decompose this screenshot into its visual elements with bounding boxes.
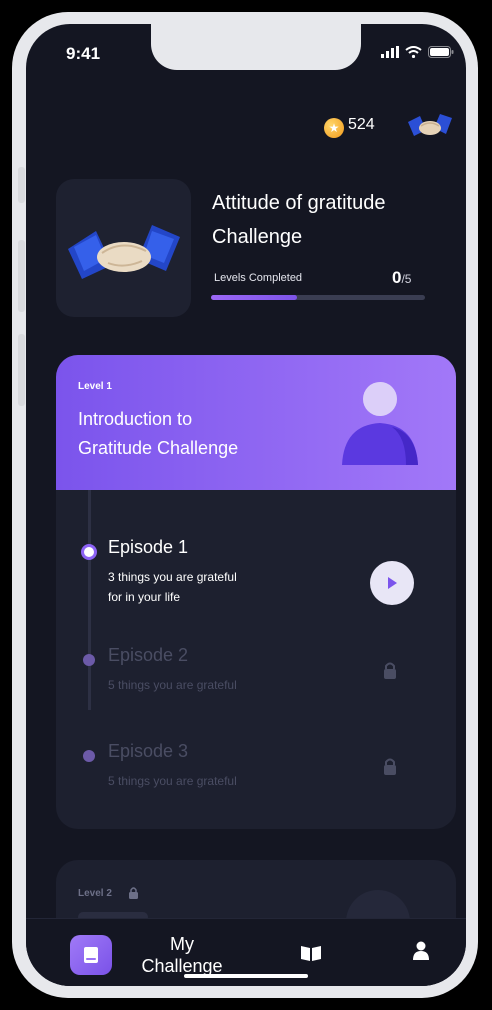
home-indicator [184, 974, 308, 978]
episode-1-description: 3 things you are grateful for in your li… [108, 567, 308, 607]
handshake-avatar-icon[interactable] [406, 108, 454, 144]
level-2-tag: Level 2 [78, 888, 112, 899]
episode-3[interactable]: Episode 3 5 things you are grateful [56, 739, 456, 819]
notch [151, 24, 361, 70]
battery-icon [428, 46, 454, 58]
status-icons [381, 46, 454, 58]
episode-3-description: 5 things you are grateful [108, 771, 308, 791]
episode-2-title: Episode 2 [108, 645, 189, 665]
episode-2-lock-icon [384, 662, 396, 679]
coin-icon: ★ [324, 118, 344, 138]
levels-total: /5 [401, 272, 412, 286]
challenge-title: Attitude of gratitude Challenge [212, 186, 442, 254]
tab-my-challenge-icon[interactable] [70, 935, 112, 975]
play-icon [388, 577, 397, 589]
episode-1-dot [81, 544, 97, 560]
status-time: 9:41 [66, 44, 101, 63]
phone-frame: 9:41 ★ 524 Attitude of gratitude Challen… [12, 12, 478, 998]
episode-3-title: Episode 3 [108, 741, 189, 761]
tab-my-challenge[interactable]: My Challenge [136, 933, 228, 977]
tab-library-book-icon[interactable] [300, 944, 322, 962]
episode-1-description-line2: for in your life [108, 590, 181, 604]
level-1-title: Introduction to Gratitude Challenge [78, 405, 318, 463]
episode-1[interactable]: Episode 1 3 things you are grateful for … [56, 535, 456, 615]
person-icon [342, 382, 418, 465]
episode-3-description-line1: 5 things you are grateful [108, 774, 237, 788]
levels-completed-count: 0/5 [392, 268, 411, 288]
challenge-thumbnail [56, 179, 191, 317]
silent-switch [18, 167, 25, 203]
levels-progress-fill [211, 295, 297, 300]
wifi-icon [405, 46, 422, 58]
levels-progress-bar [211, 295, 425, 300]
handshake-icon [68, 225, 180, 279]
episode-1-description-line1: 3 things you are grateful [108, 570, 237, 584]
challenge-title-line2: Challenge [212, 226, 303, 248]
level-1-tag: Level 1 [78, 381, 112, 392]
levels-completed-label: Levels Completed [214, 272, 303, 284]
episode-1-play-button[interactable] [370, 561, 414, 605]
episode-2-description: 5 things you are grateful [108, 675, 308, 695]
challenge-book-icon [84, 947, 98, 963]
episode-2-description-line1: 5 things you are grateful [108, 678, 237, 692]
level-1-title-line2: Gratitude Challenge [78, 438, 239, 458]
episode-2-dot [83, 654, 95, 666]
tab-my-challenge-label-line1: My [170, 934, 194, 954]
volume-down-button [18, 334, 25, 406]
level-2-lock-icon [129, 887, 138, 899]
tab-profile-user-icon[interactable] [412, 941, 430, 961]
app-screen: 9:41 ★ 524 Attitude of gratitude Challen… [26, 24, 466, 986]
level-1-title-line1: Introduction to [78, 409, 193, 429]
level-1-card: Level 1 Introduction to Gratitude Challe… [56, 355, 456, 829]
episode-3-dot [83, 750, 95, 762]
level-1-header[interactable]: Level 1 Introduction to Gratitude Challe… [56, 355, 456, 490]
challenge-title-line1: Attitude of gratitude [212, 192, 386, 214]
episode-3-lock-icon [384, 758, 396, 775]
volume-up-button [18, 240, 25, 312]
episode-1-title: Episode 1 [108, 537, 189, 557]
signal-icon [381, 46, 399, 58]
coin-count: 524 [348, 116, 375, 133]
episode-2[interactable]: Episode 2 5 things you are grateful [56, 643, 456, 723]
coin-balance[interactable]: ★ 524 [324, 112, 375, 138]
